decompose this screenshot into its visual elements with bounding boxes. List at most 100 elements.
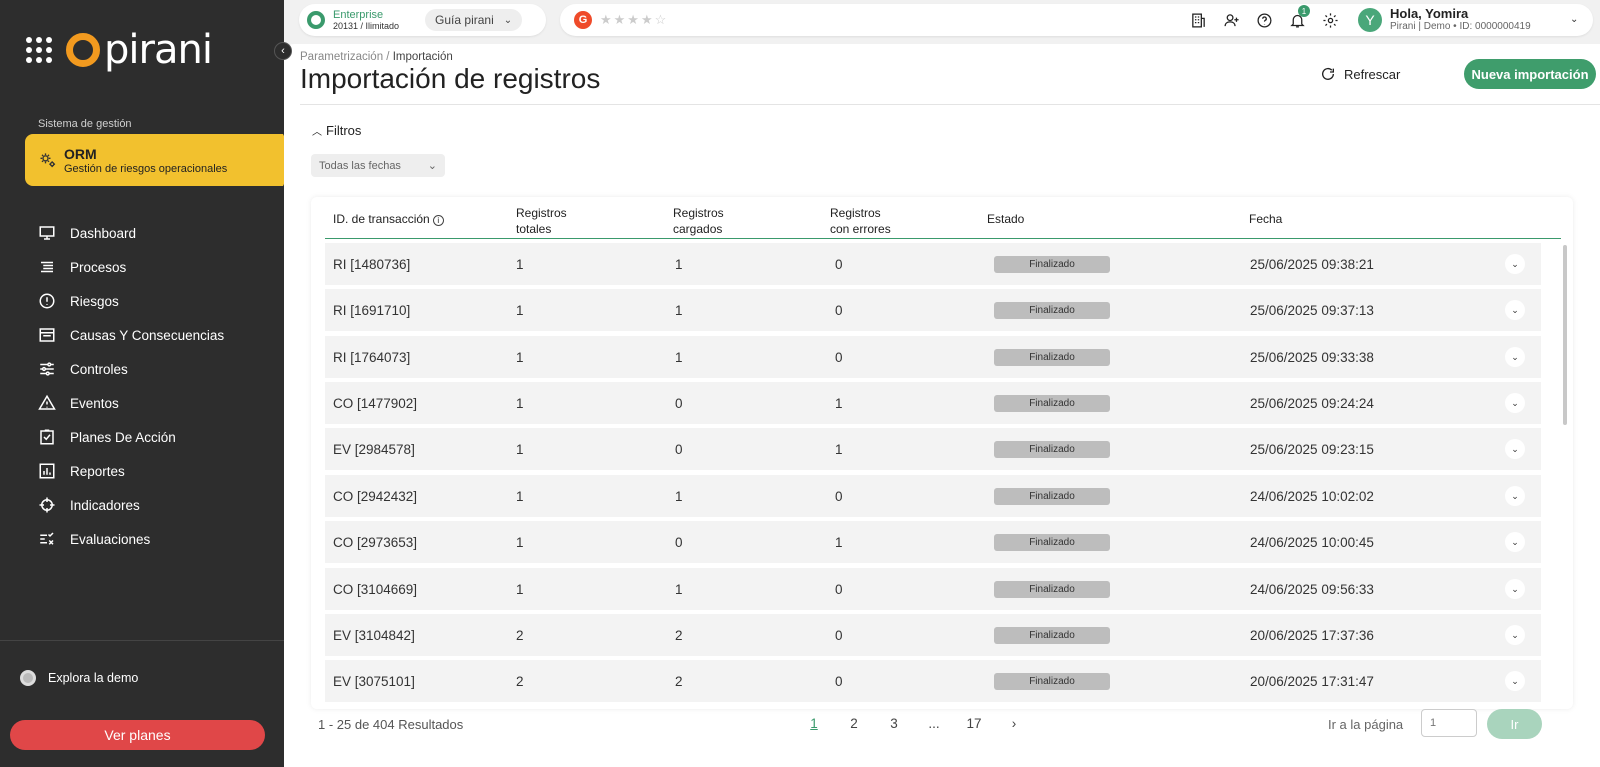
help-icon[interactable] — [1254, 10, 1274, 30]
collapse-sidebar-icon[interactable]: ‹ — [274, 42, 292, 60]
rating-stars[interactable]: ★★★★☆ — [600, 12, 668, 28]
guide-label: Guía pirani — [435, 13, 494, 27]
goto-button[interactable]: Ir — [1487, 709, 1542, 739]
status-badge: Finalizado — [994, 441, 1110, 458]
header-total-line1: Registros — [516, 206, 567, 220]
sidebar-item-eventos[interactable]: Eventos — [0, 386, 284, 420]
toolbar-icons: 1 — [1188, 5, 1353, 30]
chevron-down-icon[interactable]: ⌄ — [1505, 393, 1525, 413]
header-loaded-line2: cargados — [673, 222, 723, 236]
page-17[interactable]: 17 — [954, 716, 994, 731]
view-plans-button[interactable]: Ver planes — [10, 720, 265, 750]
cell-loaded: 1 — [675, 489, 683, 504]
notification-badge: 1 — [1298, 5, 1310, 17]
page-ellipsis: ... — [928, 716, 940, 731]
sidebar-item-planes[interactable]: Planes De Acción — [0, 420, 284, 454]
cell-id: RI [1764073] — [333, 350, 411, 365]
new-import-button[interactable]: Nueva importación — [1464, 59, 1596, 89]
sidebar-item-label: Causas Y Consecuencias — [70, 327, 225, 343]
sidebar-item-controles[interactable]: Controles — [0, 352, 284, 386]
g2-rating-icon[interactable]: G — [574, 11, 592, 29]
user-menu[interactable]: Y Hola, Yomira Pirani | Demo • ID: 00000… — [1358, 7, 1531, 32]
sidebar-divider — [0, 640, 284, 641]
chevron-down-icon[interactable]: ⌄ — [1505, 300, 1525, 320]
cell-loaded: 0 — [675, 442, 683, 457]
page-3[interactable]: 3 — [874, 716, 914, 731]
chevron-down-icon[interactable]: ⌄ — [1505, 625, 1525, 645]
cell-date: 24/06/2025 10:02:02 — [1250, 489, 1374, 504]
gear-icon[interactable] — [1320, 10, 1340, 30]
header-id-label: ID. de transacción — [333, 212, 430, 226]
goto-page-input[interactable] — [1421, 709, 1477, 737]
apps-grid-icon[interactable] — [26, 37, 52, 63]
cell-total: 2 — [516, 674, 524, 689]
cell-total: 1 — [516, 489, 524, 504]
table-row[interactable]: CO [1477902] 1 0 1 Finalizado 25/06/2025… — [325, 382, 1541, 424]
chevron-down-icon[interactable]: ⌄ — [1570, 14, 1578, 25]
add-user-icon[interactable] — [1221, 10, 1241, 30]
cell-date: 20/06/2025 17:37:36 — [1250, 628, 1374, 643]
chevron-down-icon[interactable]: ⌄ — [1505, 254, 1525, 274]
status-badge: Finalizado — [994, 488, 1110, 505]
chevron-down-icon[interactable]: ⌄ — [1505, 486, 1525, 506]
module-card-orm[interactable]: ORM Gestión de riesgos operacionales — [25, 134, 296, 186]
page-1[interactable]: 1 — [794, 716, 834, 731]
sidebar-item-reportes[interactable]: Reportes — [0, 454, 284, 488]
chevron-down-icon[interactable]: ⌄ — [1505, 579, 1525, 599]
refresh-button[interactable]: Refrescar — [1320, 66, 1400, 82]
cell-id: EV [3075101] — [333, 674, 415, 689]
user-greeting: Hola, Yomira — [1390, 6, 1469, 21]
chevron-down-icon[interactable]: ⌄ — [1505, 532, 1525, 552]
cell-loaded: 2 — [675, 628, 683, 643]
building-icon[interactable] — [1188, 10, 1208, 30]
table-row[interactable]: EV [2984578] 1 0 1 Finalizado 25/06/2025… — [325, 428, 1541, 470]
page-2[interactable]: 2 — [834, 716, 874, 731]
info-icon[interactable]: i — [432, 215, 444, 226]
guide-dropdown[interactable]: Guía pirani ⌄ — [425, 9, 523, 31]
next-page-icon[interactable]: › — [994, 716, 1034, 731]
sidebar-item-indicadores[interactable]: Indicadores — [0, 488, 284, 522]
breadcrumb: Parametrización / Importación — [300, 51, 453, 63]
sidebar-item-label: Dashboard — [70, 225, 137, 241]
cell-total: 1 — [516, 350, 524, 365]
filters-label: Filtros — [326, 123, 362, 138]
table-row[interactable]: EV [3075101] 2 2 0 Finalizado 20/06/2025… — [325, 660, 1541, 702]
filters-toggle[interactable]: ︿ Filtros — [312, 123, 361, 138]
chevron-down-icon[interactable]: ⌄ — [1505, 671, 1525, 691]
table-row[interactable]: CO [2973653] 1 0 1 Finalizado 24/06/2025… — [325, 521, 1541, 563]
table-scrollbar[interactable] — [1563, 245, 1567, 425]
sidebar-item-evaluaciones[interactable]: Evaluaciones — [0, 522, 284, 556]
sidebar-item-label: Evaluaciones — [70, 531, 151, 547]
refresh-icon — [1322, 67, 1334, 80]
table-row[interactable]: CO [3104669] 1 1 0 Finalizado 24/06/2025… — [325, 568, 1541, 610]
breadcrumb-parent[interactable]: Parametrización / — [300, 51, 389, 63]
table-header: ID. de transacción i Registros totales Re… — [325, 197, 1561, 239]
cell-total: 1 — [516, 396, 524, 411]
header-total-line2: totales — [516, 222, 552, 236]
table-row[interactable]: CO [2942432] 1 1 0 Finalizado 24/06/2025… — [325, 475, 1541, 517]
enterprise-logo-icon — [307, 11, 325, 29]
plan-name: Enterprise — [333, 9, 384, 21]
pirani-logo: pirani — [66, 30, 213, 70]
status-badge: Finalizado — [994, 302, 1110, 319]
table-row[interactable]: RI [1480736] 1 1 0 Finalizado 25/06/2025… — [325, 243, 1541, 285]
sidebar-item-dashboard[interactable]: Dashboard — [0, 216, 284, 250]
sidebar-item-causas[interactable]: Causas Y Consecuencias — [0, 318, 284, 352]
sidebar-item-riesgos[interactable]: Riesgos — [0, 284, 284, 318]
date-filter-select[interactable]: Todas las fechas ⌄ — [311, 154, 445, 177]
header-errors: Registros con errores — [830, 205, 891, 237]
main-panel: Parametrización / Importación Importació… — [284, 44, 1600, 767]
table-row[interactable]: RI [1691710] 1 1 0 Finalizado 25/06/2025… — [325, 289, 1541, 331]
sidebar-item-label: Riesgos — [70, 293, 119, 309]
bell-icon[interactable]: 1 — [1287, 5, 1310, 30]
bar-chart-icon — [39, 463, 55, 479]
table-row[interactable]: RI [1764073] 1 1 0 Finalizado 25/06/2025… — [325, 336, 1541, 378]
chevron-down-icon[interactable]: ⌄ — [1505, 347, 1525, 367]
cell-id: CO [2973653] — [333, 535, 418, 550]
sidebar-item-procesos[interactable]: Procesos — [0, 250, 284, 284]
chevron-down-icon[interactable]: ⌄ — [1505, 439, 1525, 459]
avatar: Y — [1358, 7, 1382, 32]
table-row[interactable]: EV [3104842] 2 2 0 Finalizado 20/06/2025… — [325, 614, 1541, 656]
explore-demo-toggle[interactable]: Explora la demo — [20, 670, 138, 686]
cell-loaded: 1 — [675, 303, 683, 318]
